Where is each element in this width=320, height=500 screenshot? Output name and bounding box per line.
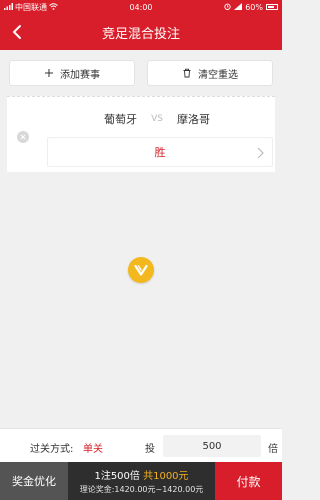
theory-prize: 理论奖金:1420.00元~1420.00元 [79, 485, 204, 494]
bet-summary: 1注500倍 共1000元 理论奖金:1420.00元~1420.00元 [68, 462, 215, 500]
signal-icon [4, 2, 13, 12]
page-title: 竞足混合投注 [101, 26, 180, 42]
pay-button[interactable]: 付款 [215, 462, 282, 500]
match-teams: 葡萄牙 VS 摩洛哥 [47, 112, 267, 126]
chevron-right-icon [257, 147, 264, 159]
summary-prefix: 1注500倍 [94, 471, 140, 482]
remove-match-button[interactable] [17, 131, 29, 143]
alarm-icon [224, 3, 231, 12]
summary-line: 1注500倍 共1000元 [94, 467, 188, 482]
multiplier-input[interactable] [163, 435, 261, 457]
action-row: 添加赛事 清空重选 [0, 50, 282, 94]
bar-signal-icon [234, 2, 243, 12]
nav-bar: 竞足混合投注 [0, 14, 282, 50]
carrier-group: 中国联通 [4, 2, 224, 13]
status-bar: 中国联通 04:00 60% [0, 0, 282, 14]
add-match-button[interactable]: 添加赛事 [9, 60, 135, 86]
status-right: 60% [224, 2, 278, 12]
pass-type-label: 过关方式: [30, 444, 74, 455]
home-team: 葡萄牙 [104, 113, 137, 126]
pick-selector[interactable]: 胜 [47, 137, 273, 167]
back-button[interactable] [8, 22, 26, 42]
pick-value: 胜 [154, 146, 166, 159]
away-team: 摩洛哥 [177, 113, 210, 126]
pass-type-value[interactable]: 单关 [83, 440, 103, 455]
battery-percent: 60% [245, 2, 263, 12]
bet-prefix: 投 [145, 444, 155, 455]
loading-spinner-icon [128, 257, 154, 283]
carrier-name: 中国联通 [15, 2, 47, 12]
clear-selection-label: 清空重选 [198, 69, 238, 81]
summary-total: 共1000元 [143, 471, 189, 482]
close-icon [20, 134, 26, 140]
plus-icon [44, 68, 54, 78]
clear-selection-button[interactable]: 清空重选 [147, 60, 273, 86]
trash-icon [182, 68, 192, 78]
chevron-left-icon [13, 25, 21, 39]
bet-suffix: 倍 [268, 444, 278, 455]
wifi-icon [49, 2, 58, 12]
pass-bar: 过关方式: 单关 投 倍 [0, 428, 282, 462]
bet-ticket: 葡萄牙 VS 摩洛哥 胜 [7, 96, 275, 172]
bottom-bar: 奖金优化 1注500倍 共1000元 理论奖金:1420.00元~1420.00… [0, 462, 282, 500]
prize-optimize-button[interactable]: 奖金优化 [0, 462, 68, 500]
vs-label: VS [151, 114, 163, 124]
add-match-label: 添加赛事 [60, 69, 100, 81]
battery-icon [266, 4, 278, 10]
